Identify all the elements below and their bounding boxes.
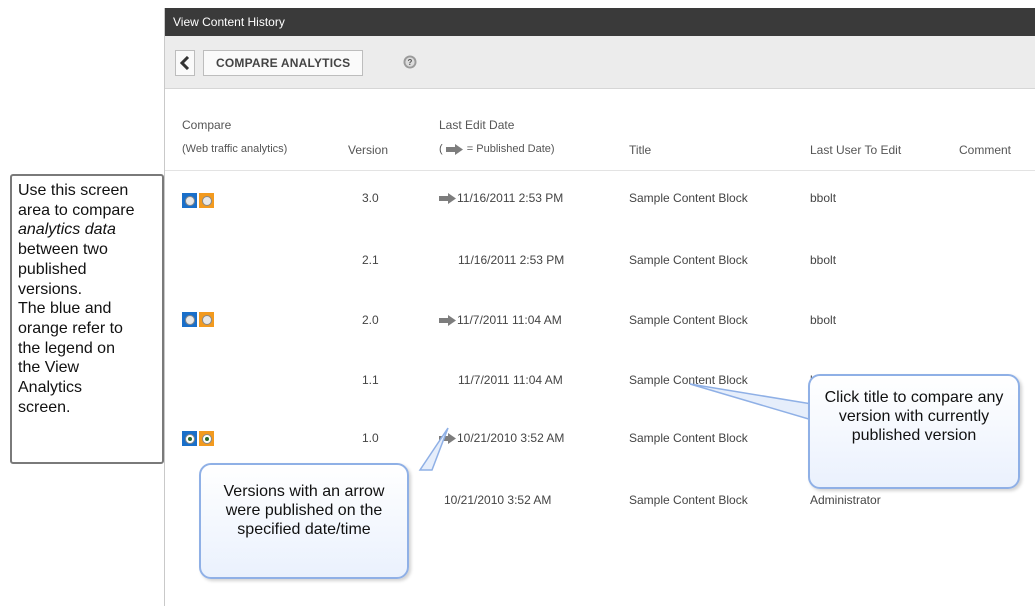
callout-pointers bbox=[418, 383, 813, 471]
callout-click-title: Click title to compare any version with … bbox=[808, 374, 1020, 489]
callout-text: Click title to compare any version with … bbox=[824, 389, 1004, 444]
callout-text: Versions with an arrow were published on… bbox=[223, 483, 385, 538]
callout-arrow-versions: Versions with an arrow were published on… bbox=[199, 463, 409, 579]
